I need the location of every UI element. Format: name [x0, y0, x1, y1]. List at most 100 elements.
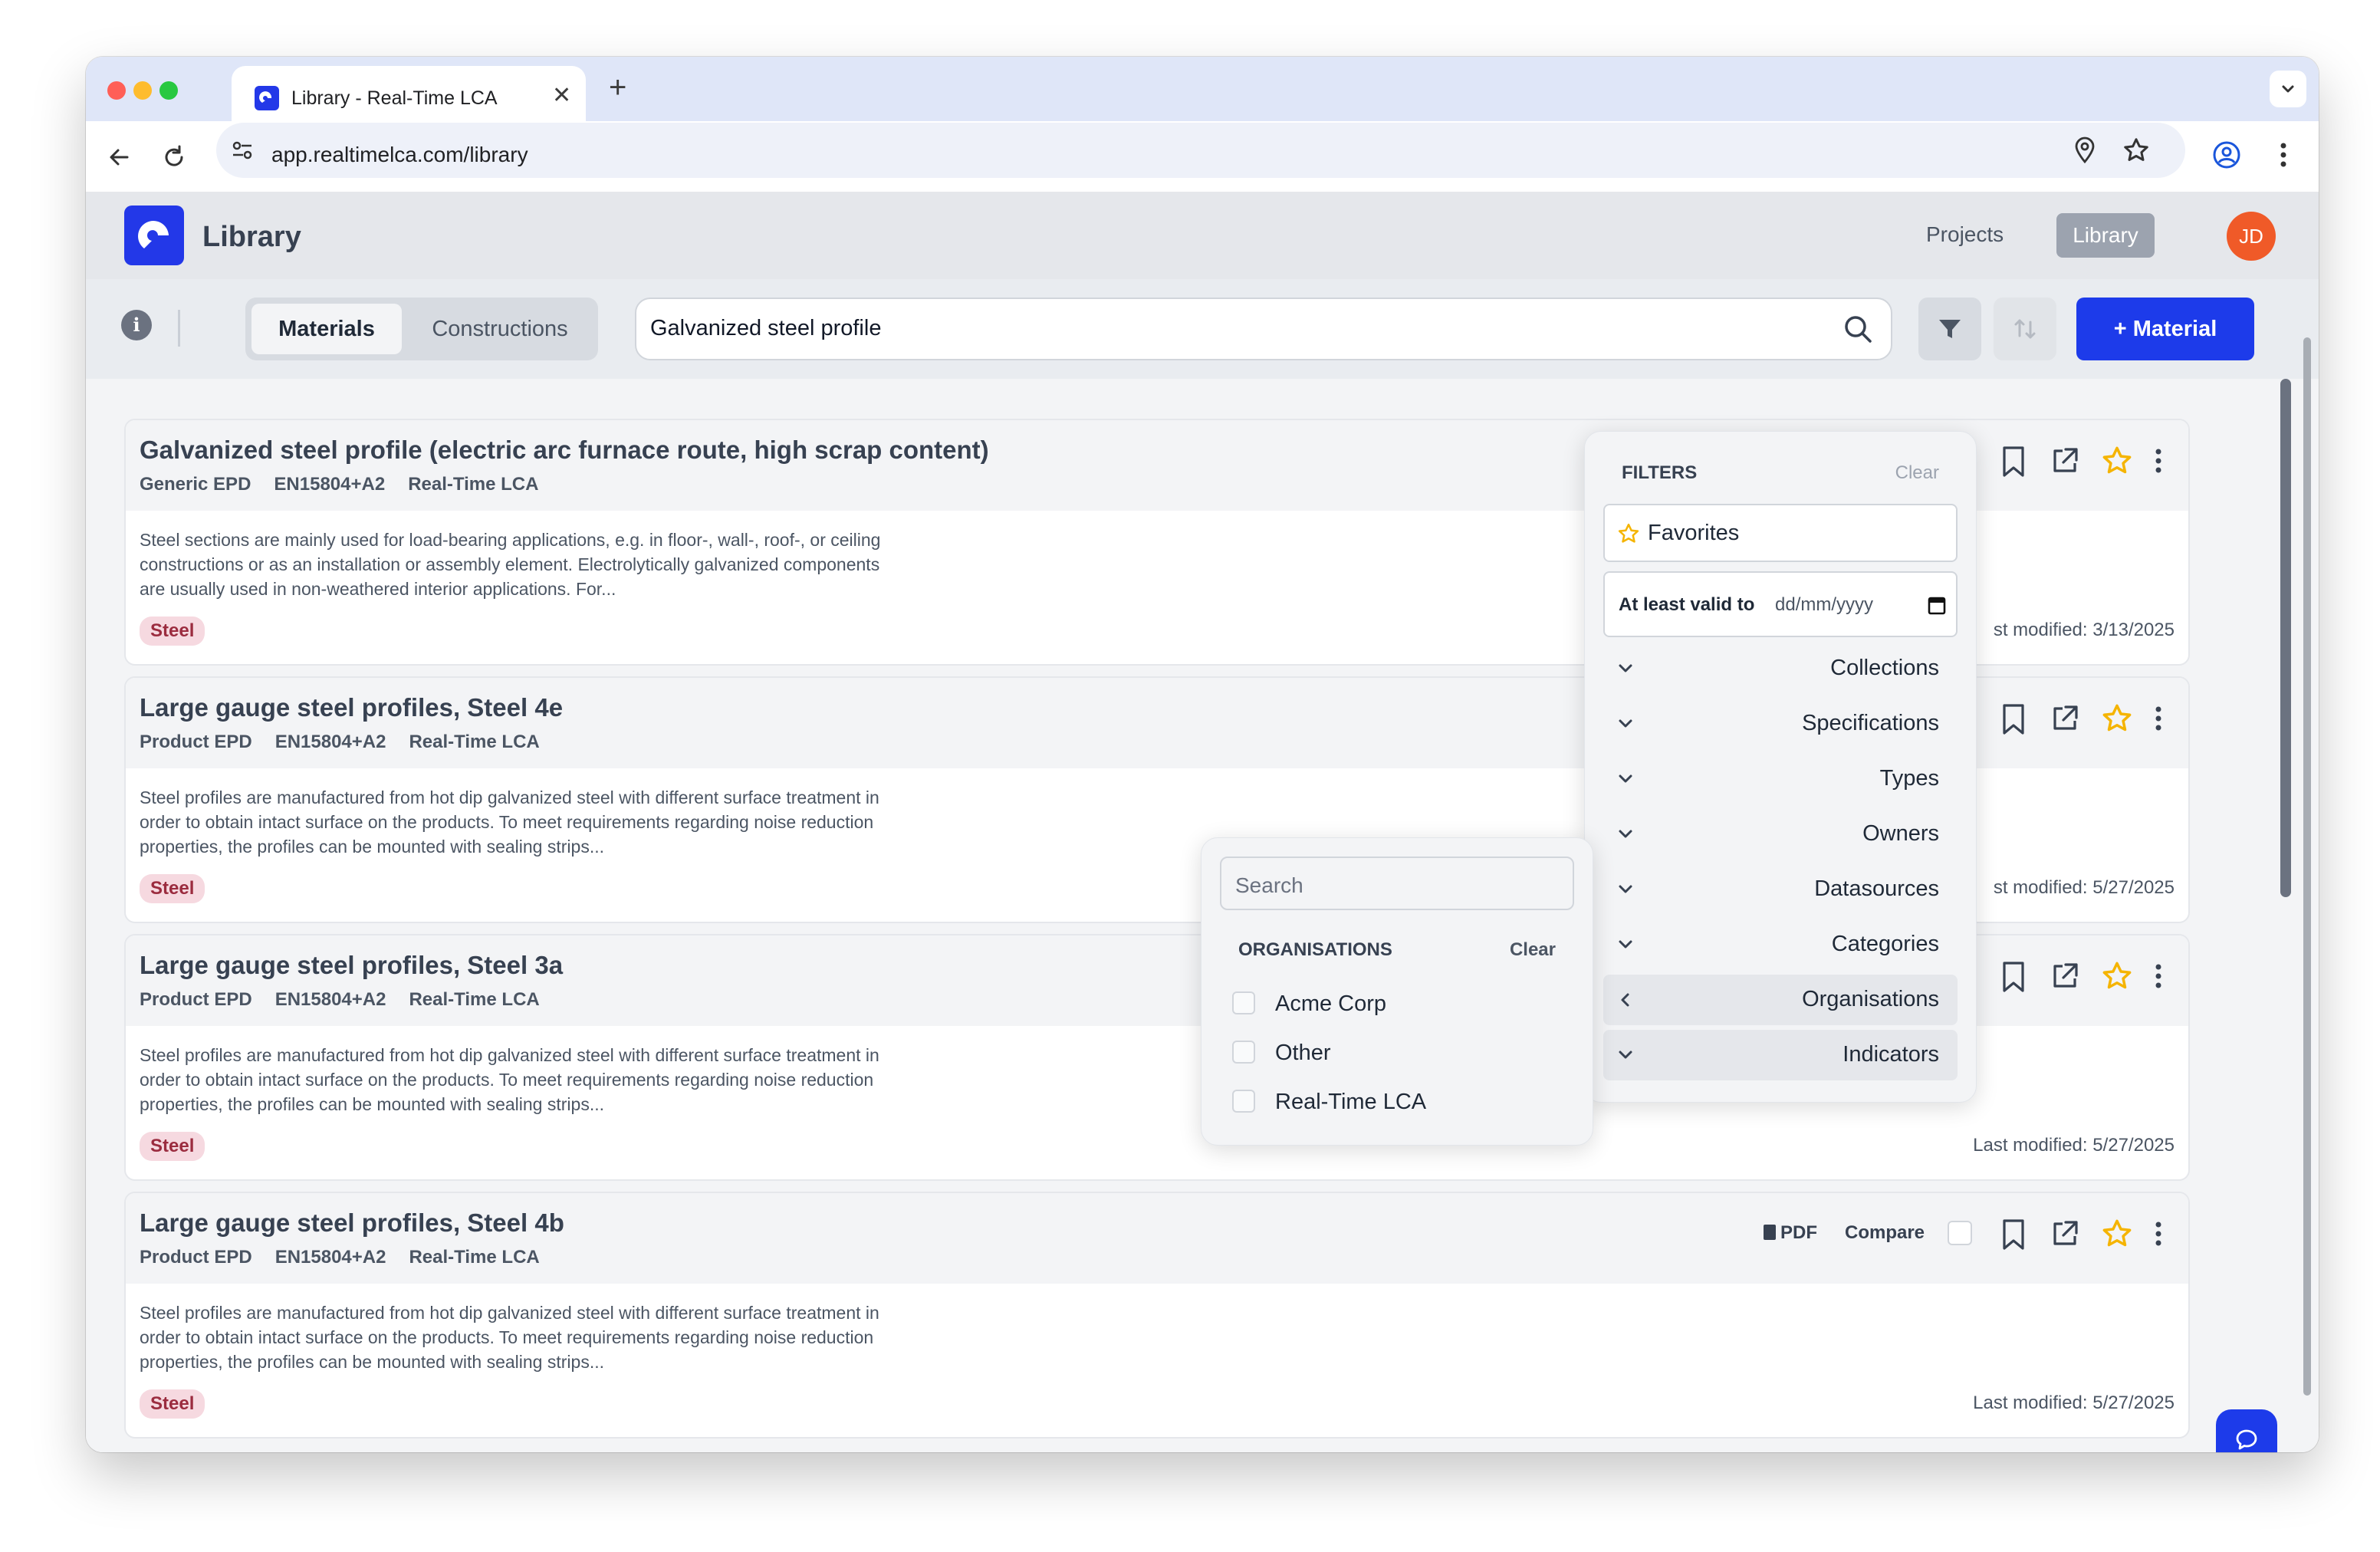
nav-projects[interactable]: Projects [1926, 222, 2004, 247]
organisation-checkbox[interactable] [1232, 1090, 1255, 1113]
open-external-icon[interactable] [2050, 1219, 2079, 1248]
filter-group-types[interactable]: Types [1603, 754, 1958, 804]
chevron-down-icon [1619, 774, 1632, 783]
organisation-checkbox[interactable] [1232, 991, 1255, 1014]
filter-group-categories[interactable]: Categories [1603, 919, 1958, 970]
open-external-icon[interactable] [2050, 704, 2079, 733]
material-card[interactable]: Large gauge steel profiles, Steel 4b Pro… [124, 1192, 2190, 1439]
filter-button[interactable] [1918, 298, 1981, 360]
filter-group-owners[interactable]: Owners [1603, 809, 1958, 860]
chevron-down-icon [1619, 719, 1632, 728]
chat-button[interactable] [2216, 1409, 2277, 1452]
reload-icon[interactable] [161, 144, 187, 170]
search-icon[interactable] [1842, 313, 1874, 345]
list-scrollbar[interactable] [2280, 379, 2291, 897]
calendar-icon[interactable] [1927, 594, 1947, 616]
card-type: Product EPD [140, 989, 252, 1010]
location-icon[interactable] [2072, 136, 2098, 164]
filter-group-organisations[interactable]: Organisations [1603, 975, 1958, 1025]
filter-group-indicators[interactable]: Indicators [1603, 1030, 1958, 1080]
close-window-button[interactable] [107, 81, 126, 100]
back-icon[interactable] [106, 144, 132, 170]
browser-tab[interactable]: Library - Real-Time LCA ✕ [232, 66, 586, 121]
app-logo[interactable] [124, 206, 184, 265]
card-meta: Product EPD EN15804+A2 Real-Time LCA [140, 1247, 563, 1268]
last-modified: Last modified: 5/27/2025 [1973, 1135, 2175, 1156]
card-title[interactable]: Large gauge steel profiles, Steel 4e [140, 693, 563, 722]
favorites-filter[interactable]: Favorites [1603, 504, 1958, 562]
category-tag[interactable]: Steel [140, 874, 205, 903]
filters-clear-button[interactable]: Clear [1895, 462, 1939, 484]
sync-button[interactable] [1994, 298, 2056, 360]
filter-group-collections[interactable]: Collections [1603, 643, 1958, 694]
more-options-icon[interactable] [2153, 1219, 2164, 1248]
site-settings-icon[interactable] [230, 138, 255, 163]
page-title: Library [202, 221, 301, 253]
bookmark-icon[interactable] [2000, 445, 2027, 478]
favicon-icon [255, 86, 279, 110]
chevron-down-icon [1619, 885, 1632, 893]
organisation-option[interactable]: Real-Time LCA [1232, 1082, 1570, 1120]
page-scrollbar[interactable] [2303, 337, 2311, 1396]
bookmark-icon[interactable] [2000, 1218, 2027, 1251]
last-modified: st modified: 3/13/2025 [1993, 620, 2175, 640]
tab-close-icon[interactable]: ✕ [552, 84, 571, 107]
bookmark-star-icon[interactable] [2122, 136, 2150, 164]
filters-title: FILTERS [1622, 462, 1698, 483]
card-type: Generic EPD [140, 474, 251, 495]
filter-group-specifications[interactable]: Specifications [1603, 699, 1958, 749]
bookmark-icon[interactable] [2000, 960, 2027, 994]
new-tab-icon[interactable]: + [609, 71, 626, 105]
card-title[interactable]: Galvanized steel profile (electric arc f… [140, 436, 989, 465]
filter-group-datasources[interactable]: Datasources [1603, 864, 1958, 915]
card-header: Large gauge steel profiles, Steel 4b Pro… [126, 1193, 2188, 1284]
category-tag[interactable]: Steel [140, 1132, 205, 1161]
favorite-star-icon[interactable] [2101, 960, 2133, 992]
add-material-button[interactable]: + Material [2076, 298, 2254, 360]
open-external-icon[interactable] [2050, 962, 2079, 991]
tab-materials[interactable]: Materials [251, 304, 402, 354]
tab-search-button[interactable] [2270, 71, 2306, 107]
profile-icon[interactable] [2211, 140, 2242, 170]
minimize-window-button[interactable] [133, 81, 152, 100]
pdf-link[interactable]: PDF [1764, 1222, 1817, 1244]
card-description: Steel profiles are manufactured from hot… [140, 1303, 879, 1372]
organisation-checkbox[interactable] [1232, 1041, 1255, 1064]
card-title[interactable]: Large gauge steel profiles, Steel 4b [140, 1208, 564, 1238]
organisation-option[interactable]: Other [1232, 1033, 1570, 1071]
browser-menu-icon[interactable] [2276, 141, 2291, 169]
filter-icon [1939, 320, 1961, 338]
app-header: Library Projects Library JD [86, 192, 2319, 279]
more-options-icon[interactable] [2153, 962, 2164, 991]
maximize-window-button[interactable] [159, 81, 178, 100]
card-source: Real-Time LCA [408, 474, 539, 495]
category-tag[interactable]: Steel [140, 1389, 205, 1419]
chevron-down-icon [1619, 664, 1632, 672]
more-options-icon[interactable] [2153, 446, 2164, 475]
tab-constructions[interactable]: Constructions [408, 304, 592, 354]
filter-group-label: Specifications [1802, 711, 1939, 735]
info-icon[interactable]: i [121, 310, 152, 340]
sync-icon [2014, 319, 2036, 339]
compare-checkbox[interactable] [1948, 1221, 1972, 1245]
avatar[interactable]: JD [2227, 212, 2276, 261]
open-external-icon[interactable] [2050, 446, 2079, 475]
card-meta: Product EPD EN15804+A2 Real-Time LCA [140, 989, 563, 1011]
organisations-title: ORGANISATIONS [1238, 939, 1392, 960]
nav-library[interactable]: Library [2056, 213, 2155, 258]
favorite-star-icon[interactable] [2101, 702, 2133, 735]
card-title[interactable]: Large gauge steel profiles, Steel 3a [140, 951, 563, 980]
favorite-star-icon[interactable] [2101, 1218, 2133, 1250]
browser-tabstrip: Library - Real-Time LCA ✕ + [86, 57, 2319, 121]
category-tag[interactable]: Steel [140, 617, 205, 646]
more-options-icon[interactable] [2153, 704, 2164, 733]
favorite-star-icon[interactable] [2101, 445, 2133, 477]
organisations-search-input[interactable]: Search [1220, 857, 1574, 910]
search-input[interactable]: Galvanized steel profile [635, 298, 1892, 360]
card-standard: EN15804+A2 [274, 989, 386, 1010]
organisation-option[interactable]: Acme Corp [1232, 984, 1570, 1022]
library-controls: i Materials Constructions Galvanized ste… [86, 279, 2319, 379]
organisations-clear-button[interactable]: Clear [1510, 939, 1556, 961]
valid-to-date-field[interactable]: At least valid to dd/mm/yyyy [1603, 571, 1958, 637]
bookmark-icon[interactable] [2000, 702, 2027, 736]
